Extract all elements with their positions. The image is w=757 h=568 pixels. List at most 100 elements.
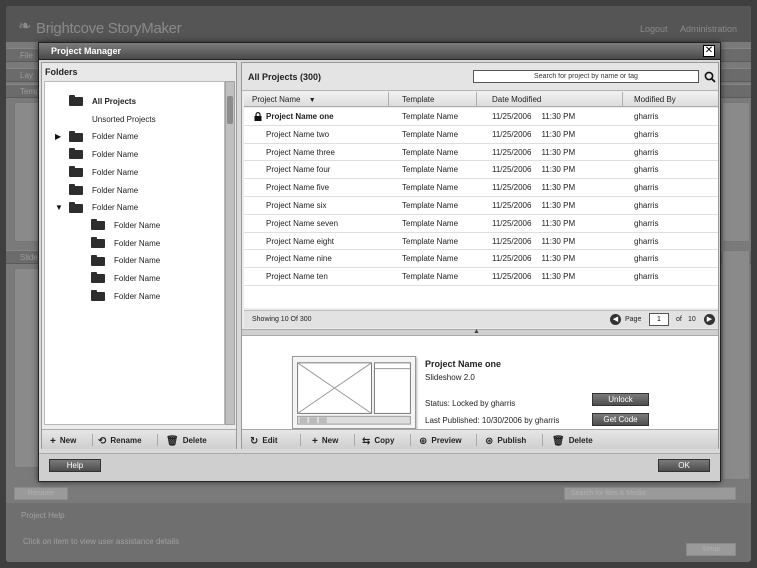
table-row[interactable]: Project Name five Template Name gharris 11/… (244, 179, 718, 197)
template-cell: Template Name (402, 129, 459, 139)
delete-folder-label: Delete (182, 436, 207, 445)
projects-title: All Projects (300) (248, 72, 322, 82)
prev-page-icon[interactable]: ◀ (610, 314, 621, 325)
folder-tree-item[interactable]: Folder Name (69, 183, 138, 198)
rename-folder-button[interactable]: ⟲ Rename (98, 434, 142, 447)
copy-project-button[interactable]: ⇆ Copy (362, 434, 394, 447)
publish-project-button[interactable]: ⊛ Publish (485, 434, 526, 447)
bg-template-label[interactable]: Temp (20, 87, 40, 96)
table-row[interactable]: Project Name six Template Name gharris 11/2… (244, 197, 718, 215)
new-project-label: New (321, 436, 339, 445)
logout-link[interactable]: Logout (640, 24, 668, 34)
new-folder-button[interactable]: + New (50, 434, 76, 447)
modified-by-cell: gharris (634, 236, 659, 246)
bg-menu-label[interactable]: File (20, 51, 33, 60)
page-number-input[interactable] (649, 313, 669, 326)
modified-by-cell: gharris (634, 183, 659, 193)
folders-pane: Folders All Projects Unsorted Projects ▶ Fo… (41, 62, 237, 449)
project-detail: Project Name one Slideshow 2.0 Status: L… (242, 336, 718, 429)
table-row[interactable]: Project Name seven Template Name gharris 11… (244, 215, 718, 233)
table-row[interactable]: Project Name two Template Name gharris 11/2… (244, 126, 718, 144)
table-row[interactable]: Project Name four Template Name gharris 11/… (244, 161, 718, 180)
date-modified-cell: 11/25/2006 11:30 PM (492, 144, 575, 161)
time-value: 11:30 PM (541, 165, 576, 175)
ok-button[interactable]: OK (658, 459, 710, 472)
toolbar-divider (354, 434, 355, 446)
collapse-arrow-icon[interactable]: ▼ (55, 200, 63, 215)
delete-project-button[interactable]: 🗑 Delete (552, 434, 593, 447)
column-modified-by[interactable]: Modified By (628, 92, 676, 107)
folder-tree-item[interactable]: Folder Name (69, 147, 138, 162)
project-name-cell: Project Name seven (266, 218, 339, 228)
date-value: 11/25/2006 (492, 254, 532, 264)
column-template[interactable]: Template (396, 92, 434, 107)
new-project-button[interactable]: + New (312, 434, 338, 447)
folder-icon (69, 183, 83, 195)
table-row[interactable]: Project Name three Template Name gharris 11… (244, 144, 718, 162)
administration-link[interactable]: Administration (680, 24, 737, 34)
detail-status: Status: Locked by gharris (425, 399, 516, 408)
folder-tree-item[interactable]: Folder Name (91, 253, 160, 268)
date-modified-cell: 11/25/2006 11:30 PM (492, 161, 575, 178)
toolbar-divider (476, 434, 477, 446)
search-icon[interactable] (704, 71, 716, 83)
project-thumbnail (292, 356, 416, 429)
column-date-modified[interactable]: Date Modified (486, 92, 541, 107)
date-value: 11/25/2006 (492, 165, 532, 175)
project-table: Project Name one Template Name gharris 11/2… (244, 108, 718, 308)
folders-header: Folders (42, 63, 236, 81)
table-row[interactable]: Project Name nine Template Name gharris 11/… (244, 250, 718, 269)
folder-scrollbar-thumb[interactable] (227, 96, 233, 124)
table-row[interactable]: Project Name ten Template Name gharris 11/2… (244, 268, 718, 286)
table-row[interactable]: Project Name one Template Name gharris 11/2… (244, 108, 718, 126)
bg-layout-label[interactable]: Lay (20, 71, 33, 80)
copy-label: Copy (374, 436, 395, 445)
unlock-button[interactable]: Unlock (592, 393, 649, 406)
edit-project-button[interactable]: ↻ Edit (250, 434, 278, 447)
time-value: 11:30 PM (541, 147, 576, 157)
setup-button[interactable]: Setup (686, 543, 736, 556)
date-value: 11/25/2006 (492, 183, 532, 193)
next-page-icon[interactable]: ▶ (704, 314, 715, 325)
column-project-name[interactable]: Project Name ▼ (246, 92, 388, 107)
project-search-input[interactable] (473, 70, 699, 83)
project-help-panel: Project Help Click on item to view user … (6, 503, 751, 562)
dialog-titlebar: Project Manager ✕ (39, 43, 720, 60)
project-name-cell: Project Name one (266, 112, 334, 121)
close-button[interactable]: ✕ (703, 45, 715, 57)
folder-tree-item[interactable]: All Projects (69, 94, 136, 109)
folder-tree-item[interactable]: Folder Name (91, 271, 160, 286)
folder-icon (69, 95, 83, 107)
folder-icon (91, 236, 105, 248)
pane-splitter[interactable]: ▲ (242, 328, 718, 336)
folder-tree-item[interactable]: Folder Name (91, 289, 160, 304)
folder-tree: All Projects Unsorted Projects ▶ Folder Nam… (44, 81, 225, 425)
folder-tree-item[interactable]: ▼ Folder Name (55, 200, 138, 215)
bg-slide-label[interactable]: Slide (20, 253, 38, 262)
bg-rename-button[interactable]: Rename (14, 487, 68, 500)
expand-arrow-icon[interactable]: ▶ (55, 129, 61, 144)
help-button[interactable]: Help (49, 459, 101, 472)
modified-by-cell: gharris (634, 254, 659, 264)
bg-media-search[interactable]: Search for files & Media (564, 487, 736, 500)
project-name-cell: Project Name nine (266, 254, 332, 264)
toolbar-divider (542, 434, 543, 446)
folder-scrollbar[interactable] (225, 81, 235, 425)
preview-project-button[interactable]: ⊕ Preview (419, 434, 462, 447)
folder-tree-item[interactable]: Folder Name (91, 218, 160, 233)
folder-icon (91, 272, 105, 284)
template-cell: Template Name (402, 201, 459, 210)
template-cell: Template Name (402, 165, 459, 175)
folder-tree-item[interactable]: Folder Name (69, 165, 138, 180)
folder-tree-item[interactable]: Unsorted Projects (69, 112, 156, 127)
column-project-name-label: Project Name (252, 95, 301, 104)
folder-tree-item[interactable]: Folder Name (91, 236, 160, 251)
trash-icon: 🗑 (552, 436, 565, 447)
get-code-button[interactable]: Get Code (592, 413, 649, 426)
time-value: 11:30 PM (541, 272, 576, 282)
trash-icon: 🗑 (166, 436, 179, 447)
table-row[interactable]: Project Name eight Template Name gharris 11… (244, 233, 718, 251)
template-cell: Template Name (402, 272, 459, 282)
folder-tree-item[interactable]: ▶ Folder Name (55, 129, 138, 144)
delete-folder-button[interactable]: 🗑 Delete (166, 434, 207, 447)
